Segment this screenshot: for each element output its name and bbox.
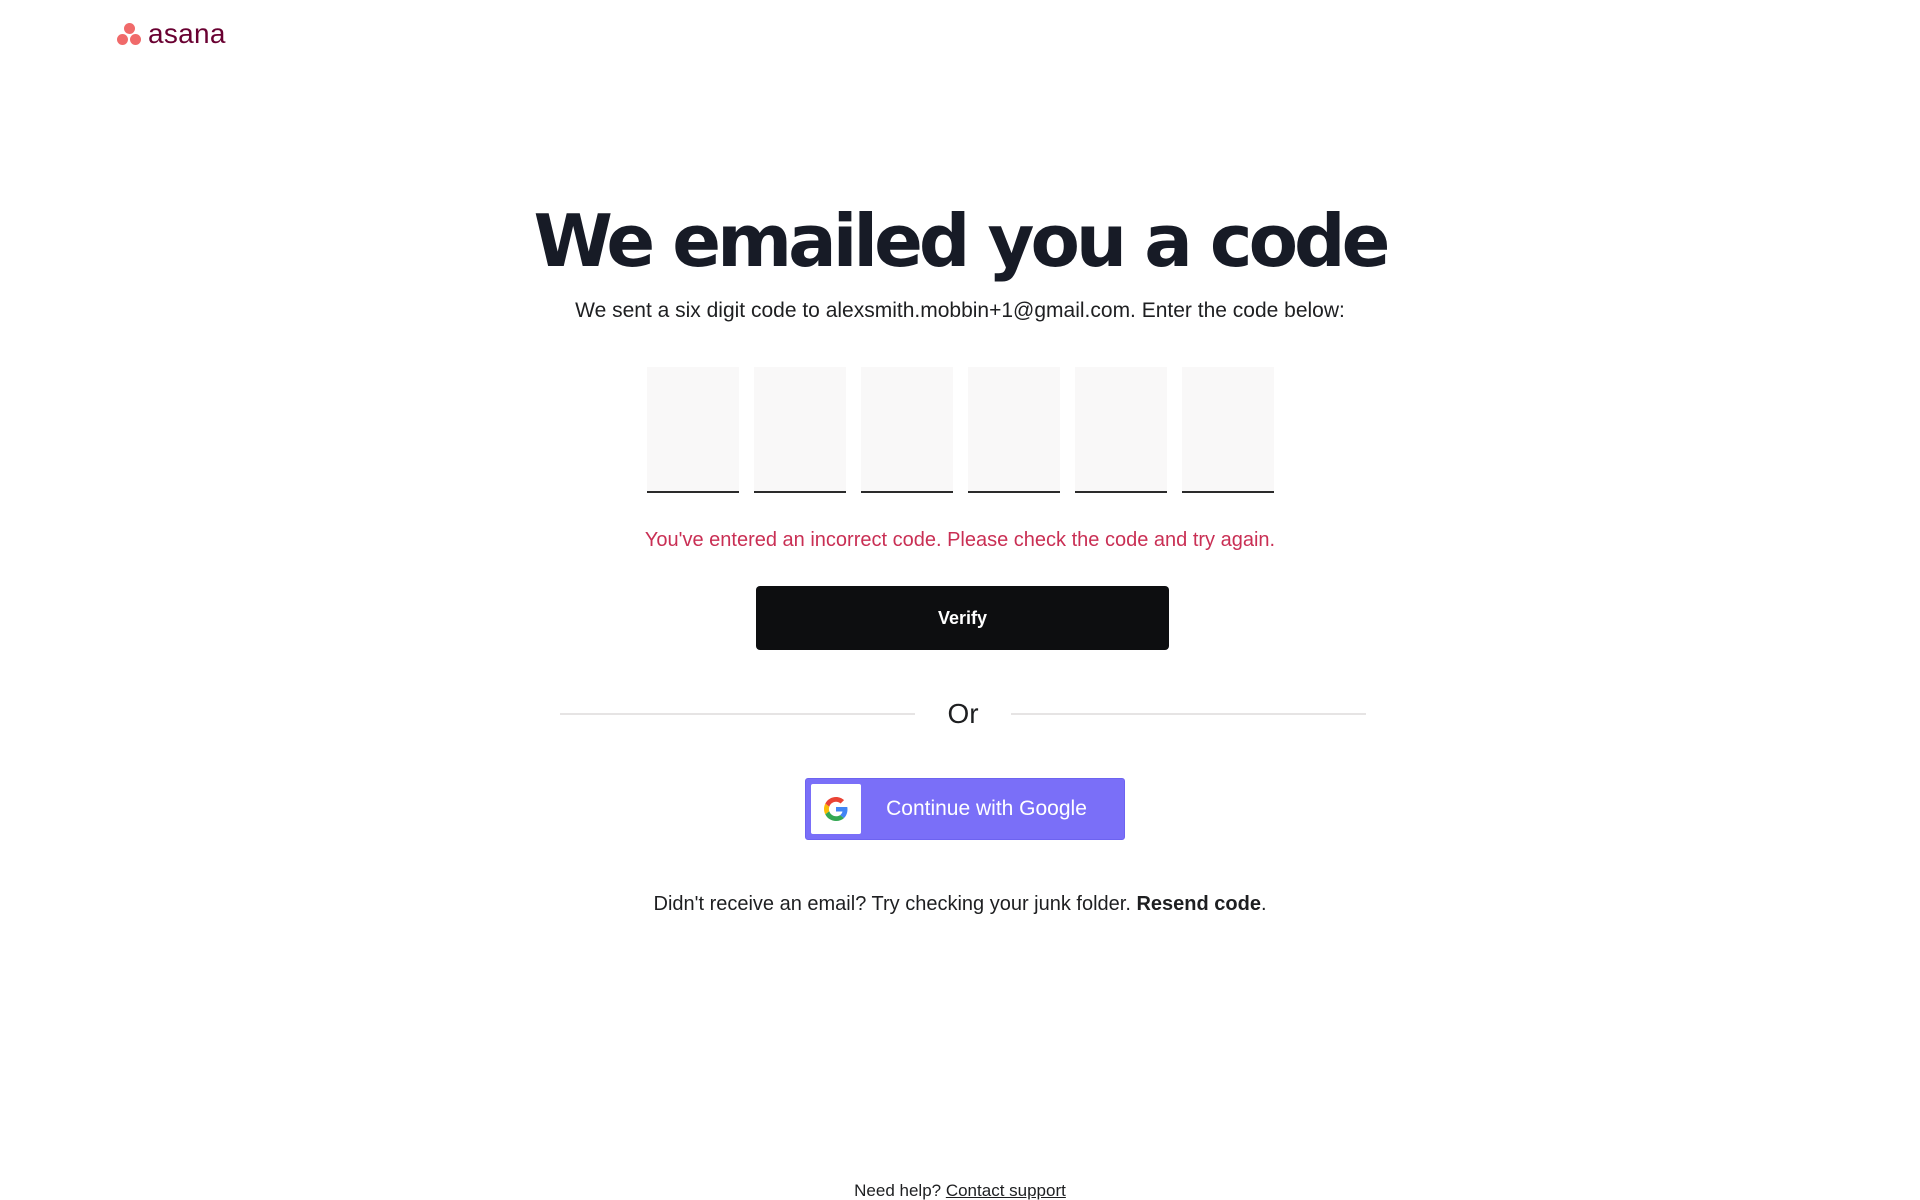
- continue-with-google-button[interactable]: Continue with Google: [805, 778, 1125, 840]
- help-prefix: Need help?: [854, 1181, 946, 1200]
- code-digit-input-3[interactable]: [861, 367, 953, 493]
- code-input-group: [647, 367, 1274, 493]
- code-digit-input-2[interactable]: [754, 367, 846, 493]
- contact-support-link[interactable]: Contact support: [946, 1181, 1066, 1200]
- or-divider: Or: [560, 696, 1366, 732]
- divider-line-left: [560, 713, 915, 715]
- page-subtitle: We sent a six digit code to alexsmith.mo…: [575, 299, 1345, 322]
- error-message: You've entered an incorrect code. Please…: [644, 529, 1276, 551]
- google-g-icon: [824, 797, 848, 821]
- divider-line-right: [1011, 713, 1366, 715]
- verify-button[interactable]: Verify: [756, 586, 1169, 650]
- resend-text: Didn't receive an email? Try checking yo…: [0, 890, 1920, 918]
- or-label: Or: [947, 698, 979, 729]
- resend-prefix: Didn't receive an email? Try checking yo…: [653, 893, 1137, 915]
- resend-code-link[interactable]: Resend code: [1136, 893, 1260, 915]
- page-title: We emailed you a code: [533, 199, 1391, 283]
- code-digit-input-5[interactable]: [1075, 367, 1167, 493]
- asana-logo[interactable]: asana: [116, 20, 226, 48]
- google-icon-container: [811, 784, 861, 834]
- asana-dots-icon: [116, 22, 142, 46]
- code-digit-input-4[interactable]: [968, 367, 1060, 493]
- asana-wordmark: asana: [148, 18, 226, 49]
- google-button-label: Continue with Google: [886, 797, 1087, 820]
- verify-code-page: asana We emailed you a code We sent a si…: [0, 0, 1920, 1200]
- resend-suffix: .: [1260, 893, 1267, 915]
- help-footer: Need help? Contact support: [0, 1180, 1920, 1200]
- code-digit-input-1[interactable]: [647, 367, 739, 493]
- code-digit-input-6[interactable]: [1182, 367, 1274, 493]
